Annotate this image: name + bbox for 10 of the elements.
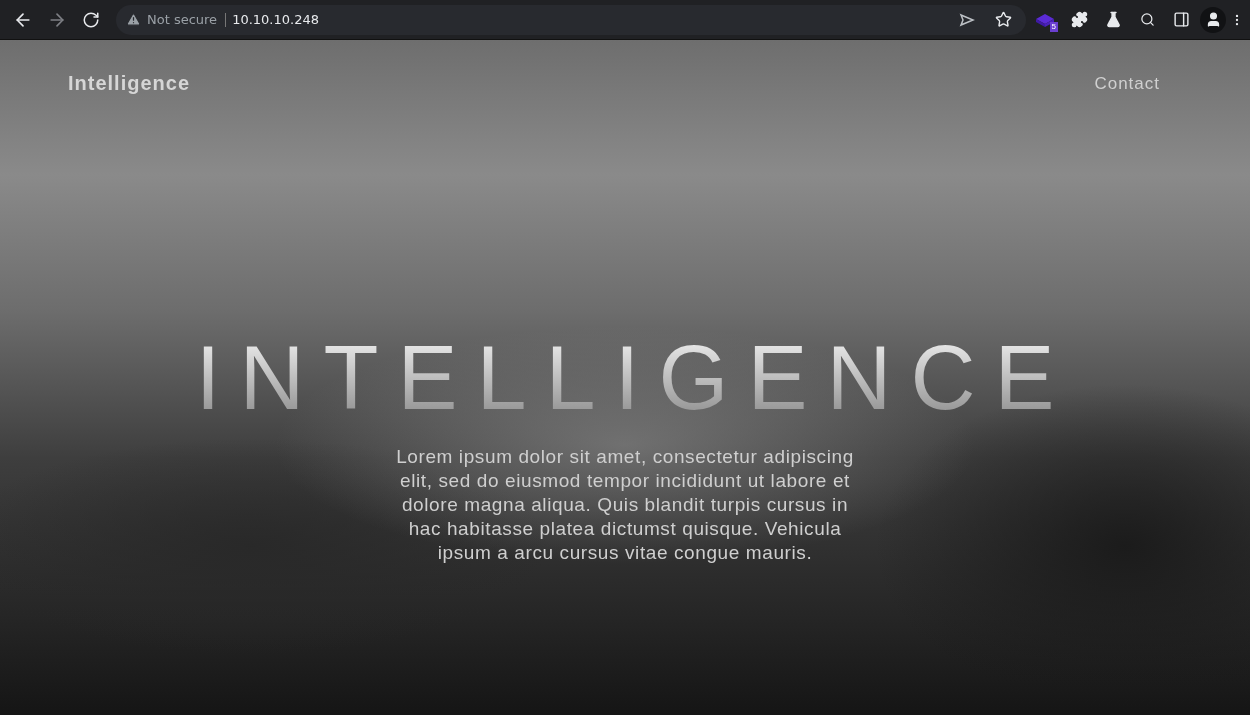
security-label: Not secure bbox=[147, 12, 227, 27]
hero-text: Lorem ipsum dolor sit amet, consectetur adipiscing elit, sed do eiusmod tempor incididunt ut labore et dolore magna aliqua. Quis blandit turpis cursus in hac habitasse platea dictumst quisque. Vehicula ipsum a arcu cursus vitae congue mauris. bbox=[395, 445, 855, 565]
address-bar[interactable]: Not secure 10.10.10.248 bbox=[116, 4, 1026, 35]
reload-icon[interactable] bbox=[82, 10, 100, 29]
extension-button[interactable]: 5 bbox=[1030, 4, 1060, 35]
warning-icon bbox=[126, 12, 141, 27]
extension-badge: 5 bbox=[1049, 21, 1058, 32]
url-text: 10.10.10.248 bbox=[232, 12, 320, 27]
cube-icon bbox=[1035, 11, 1055, 28]
profile-icon[interactable] bbox=[1200, 6, 1226, 33]
